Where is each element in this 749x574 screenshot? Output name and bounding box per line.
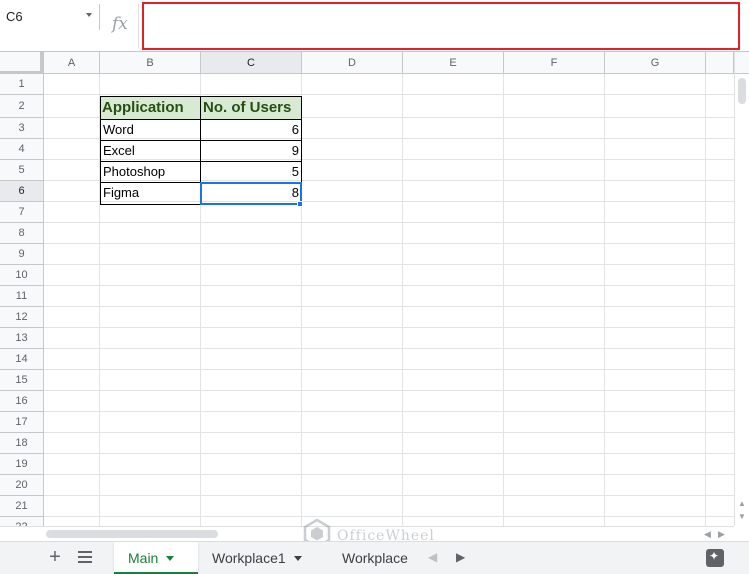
row-header-3[interactable]: 3: [0, 118, 44, 139]
scroll-corner: [734, 52, 749, 74]
fill-handle[interactable]: [297, 201, 303, 207]
row-header-18[interactable]: 18: [0, 433, 44, 454]
grid-row-line: [44, 222, 734, 223]
grid-row-line: [44, 474, 734, 475]
row-header-21[interactable]: 21: [0, 496, 44, 517]
row-header-5[interactable]: 5: [0, 160, 44, 181]
name-box[interactable]: C6: [0, 4, 100, 30]
tab-menu-caret-icon[interactable]: [166, 555, 175, 561]
tab-menu-caret-icon[interactable]: [293, 555, 302, 561]
table-rule: [100, 119, 302, 120]
tab-workplace1[interactable]: Workplace1: [198, 542, 324, 574]
grid-row-line: [44, 285, 734, 286]
scroll-up-arrow-icon[interactable]: ▲: [738, 499, 746, 508]
column-header-e[interactable]: E: [403, 52, 504, 74]
row-header-1[interactable]: 1: [0, 74, 44, 95]
grid-row-line: [44, 453, 734, 454]
tab-label: Main: [128, 550, 159, 566]
explore-icon[interactable]: [706, 549, 724, 567]
row-header-2[interactable]: 2: [0, 95, 44, 118]
grid-row-line: [44, 327, 734, 328]
row-header-6[interactable]: 6: [0, 181, 44, 202]
tab-label: Workplace: [342, 550, 408, 566]
grid-row-line: [44, 390, 734, 391]
row-header-12[interactable]: 12: [0, 307, 44, 328]
grid-row-line: [44, 243, 734, 244]
all-sheets-icon[interactable]: [78, 551, 92, 566]
tab-workplace-partial[interactable]: Workplace: [328, 542, 418, 574]
formula-bar-area: C6 fx =COUNTIF(Workplace1!$B$3:$D$5,B6)+…: [0, 0, 749, 52]
grid-row-line: [44, 348, 734, 349]
row-header-20[interactable]: 20: [0, 475, 44, 496]
horizontal-scroll-thumb[interactable]: [46, 530, 218, 538]
row-header-9[interactable]: 9: [0, 244, 44, 265]
fx-icon: fx: [112, 14, 128, 34]
row-header-4[interactable]: 4: [0, 139, 44, 160]
formula-separator: [138, 4, 139, 48]
grid-row-line: [44, 495, 734, 496]
scroll-right-arrow-icon[interactable]: ▶: [718, 529, 725, 540]
tab-main[interactable]: Main: [114, 542, 198, 574]
grid-row-line: [44, 432, 734, 433]
column-header-g[interactable]: G: [605, 52, 706, 74]
select-all-corner[interactable]: [0, 52, 44, 74]
vertical-scroll-thumb[interactable]: [738, 78, 746, 104]
row-header-7[interactable]: 7: [0, 202, 44, 223]
column-header-b[interactable]: B: [100, 52, 201, 74]
scroll-down-arrow-icon[interactable]: ▼: [738, 512, 746, 521]
row-header-15[interactable]: 15: [0, 370, 44, 391]
column-header-h-partial[interactable]: [706, 52, 734, 74]
row-header-16[interactable]: 16: [0, 391, 44, 412]
add-sheet-icon[interactable]: +: [46, 547, 64, 567]
scroll-left-arrow-icon[interactable]: ◀: [704, 529, 711, 540]
namebox-dropdown-icon[interactable]: [86, 13, 92, 17]
grid-row-line: [44, 306, 734, 307]
name-box-value: C6: [6, 9, 23, 24]
sheet-tab-bar: + Main Workplace1 Workplace ◀ ▶: [0, 541, 749, 574]
vertical-scrollbar[interactable]: ▲ ▼: [734, 74, 749, 526]
cell-selection: [200, 182, 302, 205]
grid-row-line: [44, 264, 734, 265]
row-header-13[interactable]: 13: [0, 328, 44, 349]
column-header-d[interactable]: D: [302, 52, 403, 74]
column-header-f[interactable]: F: [504, 52, 605, 74]
formula-line-1: =COUNTIF(Workplace1!$B$3:$D$5,B6)+COUNTI…: [152, 49, 738, 50]
table-rule: [100, 161, 302, 162]
grid-row-line: [44, 516, 734, 517]
row-header-14[interactable]: 14: [0, 349, 44, 370]
tab-scroll-right-icon[interactable]: ▶: [456, 550, 465, 564]
row-header-8[interactable]: 8: [0, 223, 44, 244]
tab-label: Workplace1: [212, 550, 286, 566]
table-rule: [100, 140, 302, 141]
grid-row-line: [44, 94, 734, 95]
column-header-c[interactable]: C: [201, 52, 302, 74]
tab-scroll-left-icon[interactable]: ◀: [428, 550, 437, 564]
formula-input[interactable]: =COUNTIF(Workplace1!$B$3:$D$5,B6)+COUNTI…: [142, 2, 740, 50]
column-header-a[interactable]: A: [44, 52, 100, 74]
hscroll-spacer: [0, 526, 44, 541]
grid-row-line: [44, 369, 734, 370]
row-header-11[interactable]: 11: [0, 286, 44, 307]
row-header-17[interactable]: 17: [0, 412, 44, 433]
row-header-10[interactable]: 10: [0, 265, 44, 286]
row-header-19[interactable]: 19: [0, 454, 44, 475]
grid-row-line: [44, 411, 734, 412]
